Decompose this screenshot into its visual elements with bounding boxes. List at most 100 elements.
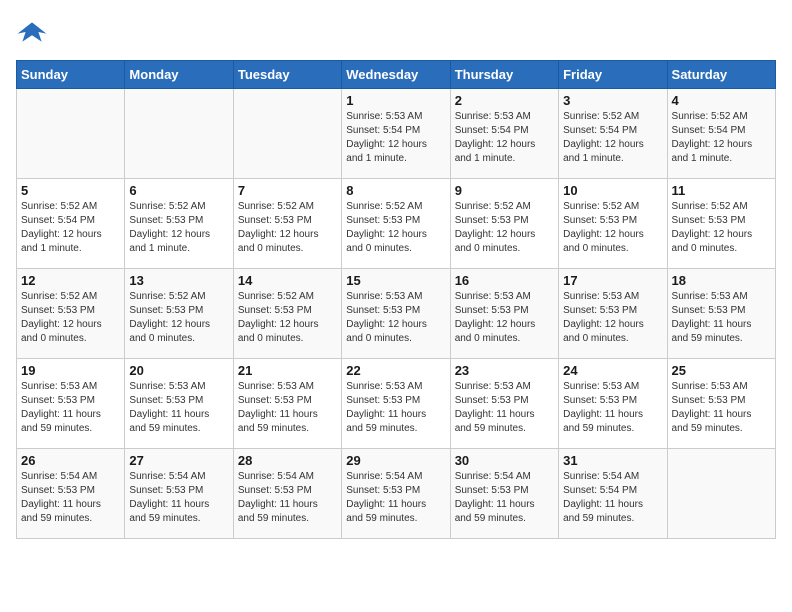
day-number: 26: [21, 453, 120, 468]
day-info: Sunrise: 5:54 AM Sunset: 5:53 PM Dayligh…: [238, 470, 337, 526]
calendar-cell: 19 Sunrise: 5:53 AM Sunset: 5:53 PM Dayli…: [17, 359, 125, 449]
calendar-cell: 20 Sunrise: 5:53 AM Sunset: 5:53 PM Dayli…: [125, 359, 233, 449]
day-number: 18: [672, 273, 771, 288]
day-number: 15: [346, 273, 445, 288]
day-info: Sunrise: 5:54 AM Sunset: 5:53 PM Dayligh…: [129, 470, 228, 526]
calendar-cell: 7 Sunrise: 5:52 AM Sunset: 5:53 PM Daylig…: [233, 179, 341, 269]
calendar-cell: 2 Sunrise: 5:53 AM Sunset: 5:54 PM Daylig…: [450, 89, 558, 179]
calendar-cell: 4 Sunrise: 5:52 AM Sunset: 5:54 PM Daylig…: [667, 89, 775, 179]
day-number: 25: [672, 363, 771, 378]
day-info: Sunrise: 5:53 AM Sunset: 5:53 PM Dayligh…: [563, 290, 662, 346]
day-info: Sunrise: 5:52 AM Sunset: 5:53 PM Dayligh…: [346, 200, 445, 256]
day-number: 29: [346, 453, 445, 468]
day-number: 16: [455, 273, 554, 288]
calendar-table: SundayMondayTuesdayWednesdayThursdayFrid…: [16, 60, 776, 539]
calendar-cell: [17, 89, 125, 179]
day-number: 27: [129, 453, 228, 468]
column-header-tuesday: Tuesday: [233, 61, 341, 89]
calendar-cell: 11Sunrise: 5:52 AM Sunset: 5:53 PM Dayli…: [667, 179, 775, 269]
calendar-week-row: 5 Sunrise: 5:52 AM Sunset: 5:54 PM Daylig…: [17, 179, 776, 269]
day-info: Sunrise: 5:54 AM Sunset: 5:54 PM Dayligh…: [563, 470, 662, 526]
day-info: Sunrise: 5:53 AM Sunset: 5:53 PM Dayligh…: [672, 290, 771, 346]
day-number: 20: [129, 363, 228, 378]
logo: [16, 16, 52, 48]
calendar-week-row: 26 Sunrise: 5:54 AM Sunset: 5:53 PM Dayli…: [17, 449, 776, 539]
day-number: 22: [346, 363, 445, 378]
column-header-thursday: Thursday: [450, 61, 558, 89]
calendar-cell: [233, 89, 341, 179]
day-info: Sunrise: 5:53 AM Sunset: 5:53 PM Dayligh…: [346, 290, 445, 346]
calendar-week-row: 1 Sunrise: 5:53 AM Sunset: 5:54 PM Daylig…: [17, 89, 776, 179]
calendar-cell: 30 Sunrise: 5:54 AM Sunset: 5:53 PM Dayli…: [450, 449, 558, 539]
day-number: 30: [455, 453, 554, 468]
calendar-cell: 16Sunrise: 5:53 AM Sunset: 5:53 PM Dayli…: [450, 269, 558, 359]
day-number: 24: [563, 363, 662, 378]
day-number: 12: [21, 273, 120, 288]
day-number: 1: [346, 93, 445, 108]
day-info: Sunrise: 5:53 AM Sunset: 5:53 PM Dayligh…: [455, 380, 554, 436]
calendar-cell: 22 Sunrise: 5:53 AM Sunset: 5:53 PM Dayli…: [342, 359, 450, 449]
calendar-cell: 10 Sunrise: 5:52 AM Sunset: 5:53 PM Dayli…: [559, 179, 667, 269]
calendar-cell: 28 Sunrise: 5:54 AM Sunset: 5:53 PM Dayli…: [233, 449, 341, 539]
day-number: 7: [238, 183, 337, 198]
day-number: 9: [455, 183, 554, 198]
day-number: 5: [21, 183, 120, 198]
day-info: Sunrise: 5:53 AM Sunset: 5:53 PM Dayligh…: [129, 380, 228, 436]
day-number: 28: [238, 453, 337, 468]
logo-bird-icon: [16, 16, 48, 48]
day-number: 2: [455, 93, 554, 108]
calendar-cell: 18 Sunrise: 5:53 AM Sunset: 5:53 PM Dayli…: [667, 269, 775, 359]
day-number: 10: [563, 183, 662, 198]
day-info: Sunrise: 5:52 AM Sunset: 5:54 PM Dayligh…: [563, 110, 662, 166]
calendar-cell: 14Sunrise: 5:52 AM Sunset: 5:53 PM Dayli…: [233, 269, 341, 359]
calendar-cell: 21 Sunrise: 5:53 AM Sunset: 5:53 PM Dayli…: [233, 359, 341, 449]
day-info: Sunrise: 5:53 AM Sunset: 5:53 PM Dayligh…: [238, 380, 337, 436]
column-header-monday: Monday: [125, 61, 233, 89]
calendar-cell: 8 Sunrise: 5:52 AM Sunset: 5:53 PM Daylig…: [342, 179, 450, 269]
calendar-header-row: SundayMondayTuesdayWednesdayThursdayFrid…: [17, 61, 776, 89]
calendar-cell: 1 Sunrise: 5:53 AM Sunset: 5:54 PM Daylig…: [342, 89, 450, 179]
column-header-wednesday: Wednesday: [342, 61, 450, 89]
day-info: Sunrise: 5:53 AM Sunset: 5:54 PM Dayligh…: [455, 110, 554, 166]
day-info: Sunrise: 5:52 AM Sunset: 5:53 PM Dayligh…: [129, 290, 228, 346]
day-info: Sunrise: 5:53 AM Sunset: 5:54 PM Dayligh…: [346, 110, 445, 166]
column-header-saturday: Saturday: [667, 61, 775, 89]
day-number: 17: [563, 273, 662, 288]
column-header-sunday: Sunday: [17, 61, 125, 89]
calendar-week-row: 12 Sunrise: 5:52 AM Sunset: 5:53 PM Dayli…: [17, 269, 776, 359]
calendar-cell: 9 Sunrise: 5:52 AM Sunset: 5:53 PM Daylig…: [450, 179, 558, 269]
day-info: Sunrise: 5:53 AM Sunset: 5:53 PM Dayligh…: [21, 380, 120, 436]
calendar-cell: 27 Sunrise: 5:54 AM Sunset: 5:53 PM Dayli…: [125, 449, 233, 539]
day-info: Sunrise: 5:54 AM Sunset: 5:53 PM Dayligh…: [346, 470, 445, 526]
day-number: 31: [563, 453, 662, 468]
calendar-week-row: 19 Sunrise: 5:53 AM Sunset: 5:53 PM Dayli…: [17, 359, 776, 449]
day-number: 6: [129, 183, 228, 198]
day-info: Sunrise: 5:52 AM Sunset: 5:53 PM Dayligh…: [238, 200, 337, 256]
day-number: 13: [129, 273, 228, 288]
day-info: Sunrise: 5:54 AM Sunset: 5:53 PM Dayligh…: [455, 470, 554, 526]
day-number: 23: [455, 363, 554, 378]
calendar-cell: [125, 89, 233, 179]
calendar-cell: 17 Sunrise: 5:53 AM Sunset: 5:53 PM Dayli…: [559, 269, 667, 359]
calendar-cell: [667, 449, 775, 539]
day-info: Sunrise: 5:52 AM Sunset: 5:53 PM Dayligh…: [238, 290, 337, 346]
day-number: 11: [672, 183, 771, 198]
calendar-cell: 24Sunrise: 5:53 AM Sunset: 5:53 PM Dayli…: [559, 359, 667, 449]
calendar-cell: 5 Sunrise: 5:52 AM Sunset: 5:54 PM Daylig…: [17, 179, 125, 269]
day-info: Sunrise: 5:52 AM Sunset: 5:54 PM Dayligh…: [672, 110, 771, 166]
calendar-cell: 23 Sunrise: 5:53 AM Sunset: 5:53 PM Dayli…: [450, 359, 558, 449]
calendar-cell: 3Sunrise: 5:52 AM Sunset: 5:54 PM Daylig…: [559, 89, 667, 179]
page-header: [16, 16, 776, 48]
calendar-cell: 26Sunrise: 5:54 AM Sunset: 5:53 PM Dayli…: [17, 449, 125, 539]
day-number: 19: [21, 363, 120, 378]
calendar-cell: 29 Sunrise: 5:54 AM Sunset: 5:53 PM Dayli…: [342, 449, 450, 539]
day-info: Sunrise: 5:53 AM Sunset: 5:53 PM Dayligh…: [346, 380, 445, 436]
day-number: 21: [238, 363, 337, 378]
day-info: Sunrise: 5:52 AM Sunset: 5:53 PM Dayligh…: [455, 200, 554, 256]
day-info: Sunrise: 5:52 AM Sunset: 5:54 PM Dayligh…: [21, 200, 120, 256]
day-info: Sunrise: 5:52 AM Sunset: 5:53 PM Dayligh…: [563, 200, 662, 256]
day-number: 8: [346, 183, 445, 198]
day-number: 4: [672, 93, 771, 108]
day-info: Sunrise: 5:53 AM Sunset: 5:53 PM Dayligh…: [672, 380, 771, 436]
column-header-friday: Friday: [559, 61, 667, 89]
